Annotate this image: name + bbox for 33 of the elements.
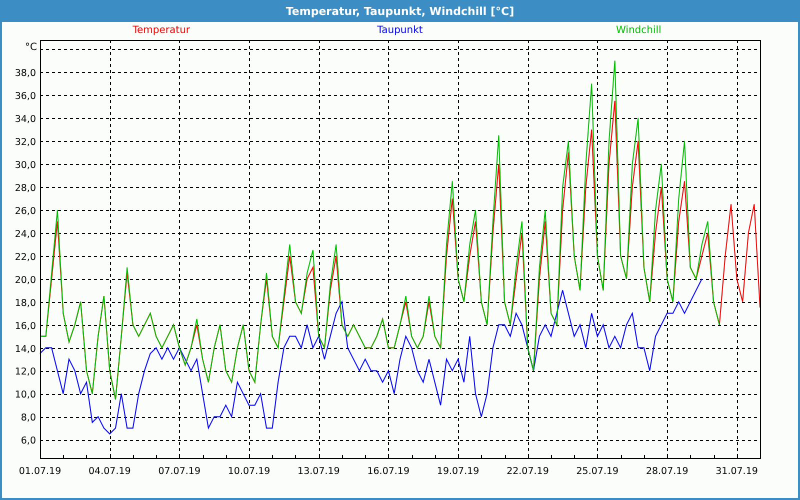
y-tick-label: 26,0 [14,206,36,217]
y-tick-label: 32,0 [14,137,36,148]
y-tick-label: 16,0 [14,320,36,332]
legend-label: Windchill [616,24,662,36]
y-tick-label: 34,0 [14,114,36,126]
y-tick-label: 8,0 [20,412,36,424]
x-tick-label: 19.07.19 [436,466,480,477]
legend-label: Taupunkt [377,24,423,36]
y-tick-label: 18,0 [14,298,36,309]
y-tick-label: 36,0 [14,91,36,102]
y-tick-label: 6,0 [20,436,36,447]
legend-label: Temperatur [132,24,190,36]
y-tick-label: 12,0 [14,366,36,378]
y-tick-label: 38,0 [14,68,36,80]
x-tick-label: 07.07.19 [158,466,200,477]
y-tick-label: 24,0 [14,228,36,240]
x-tick-label: 04.07.19 [88,466,131,477]
x-tick-label: 13.07.19 [298,466,340,477]
y-tick-label: 28,0 [14,183,36,194]
y-axis-unit: °C [25,42,37,53]
x-tick-label: 22.07.19 [506,466,549,477]
x-tick-label: 16.07.19 [367,466,410,477]
x-tick-label: 28.07.19 [646,466,688,477]
y-tick-label: 30,0 [14,160,36,172]
y-tick-label: 14,0 [14,344,36,355]
y-tick-label: 22,0 [14,252,36,263]
x-tick-label: 25.07.19 [576,466,619,477]
window-title: Temperatur, Taupunkt, Windchill [°C] [2,0,798,22]
x-tick-label: 31.07.19 [716,466,758,477]
x-tick-label: 10.07.19 [228,466,270,477]
y-tick-label: 20,0 [14,274,36,286]
y-tick-label: 10,0 [14,390,36,401]
x-tick-label: 01.07.19 [18,466,62,477]
